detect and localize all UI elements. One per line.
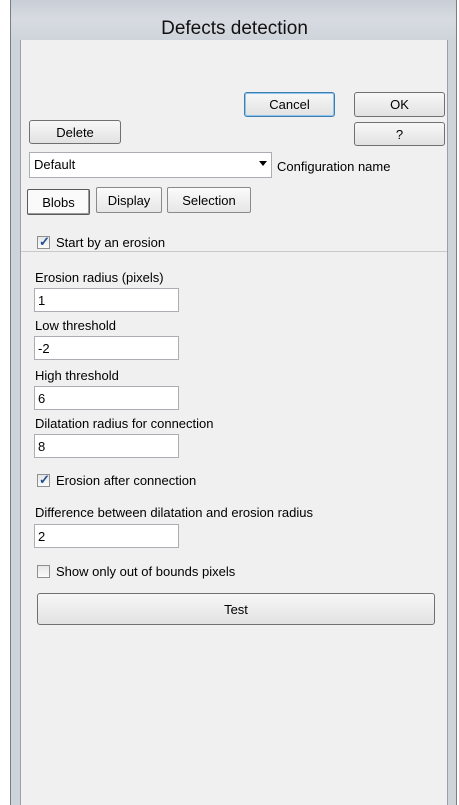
configuration-select[interactable]: Default bbox=[29, 152, 272, 178]
start-erosion-checkbox[interactable]: ✓ bbox=[37, 234, 50, 249]
checkmark-icon: ✓ bbox=[39, 472, 50, 487]
dilatation-radius-input[interactable]: 8 bbox=[34, 434, 179, 458]
chevron-down-icon[interactable] bbox=[259, 161, 267, 166]
out-of-bounds-checkbox[interactable] bbox=[37, 565, 50, 578]
erosion-radius-label: Erosion radius (pixels) bbox=[35, 270, 164, 285]
high-threshold-input[interactable]: 6 bbox=[34, 386, 179, 410]
configuration-value: Default bbox=[34, 157, 76, 172]
checkmark-icon: ✓ bbox=[39, 234, 50, 249]
difference-value: 2 bbox=[38, 529, 46, 544]
tab-selection[interactable]: Selection bbox=[167, 187, 251, 213]
high-threshold-label: High threshold bbox=[35, 368, 119, 383]
configuration-label: Configuration name bbox=[277, 159, 391, 174]
dilatation-radius-value: 8 bbox=[38, 439, 46, 454]
help-button[interactable]: ? bbox=[354, 122, 445, 146]
erosion-after-checkbox[interactable]: ✓ bbox=[37, 472, 50, 487]
low-threshold-value: -2 bbox=[38, 341, 50, 356]
test-button[interactable]: Test bbox=[37, 593, 435, 625]
dialog-client-area: Cancel OK Delete ? Default Configuration… bbox=[20, 40, 448, 805]
out-of-bounds-label: Show only out of bounds pixels bbox=[56, 564, 236, 579]
tab-display[interactable]: Display bbox=[96, 187, 162, 213]
low-threshold-label: Low threshold bbox=[35, 318, 116, 333]
high-threshold-value: 6 bbox=[38, 391, 46, 406]
tab-blobs[interactable]: Blobs bbox=[27, 189, 90, 215]
ok-button[interactable]: OK bbox=[354, 92, 445, 117]
erosion-radius-value: 1 bbox=[38, 293, 46, 308]
low-threshold-input[interactable]: -2 bbox=[34, 336, 179, 360]
difference-label: Difference between dilatation and erosio… bbox=[35, 505, 313, 520]
delete-button[interactable]: Delete bbox=[29, 120, 121, 144]
dialog-window: Defects detection Cancel OK Delete ? Def… bbox=[10, 0, 457, 805]
cancel-button[interactable]: Cancel bbox=[244, 92, 335, 117]
erosion-radius-input[interactable]: 1 bbox=[34, 288, 179, 312]
start-erosion-label: Start by an erosion bbox=[56, 235, 166, 250]
erosion-after-label: Erosion after connection bbox=[56, 473, 197, 488]
dialog-title: Defects detection bbox=[161, 18, 308, 39]
dilatation-radius-label: Dilatation radius for connection bbox=[35, 416, 214, 431]
difference-input[interactable]: 2 bbox=[34, 524, 179, 548]
